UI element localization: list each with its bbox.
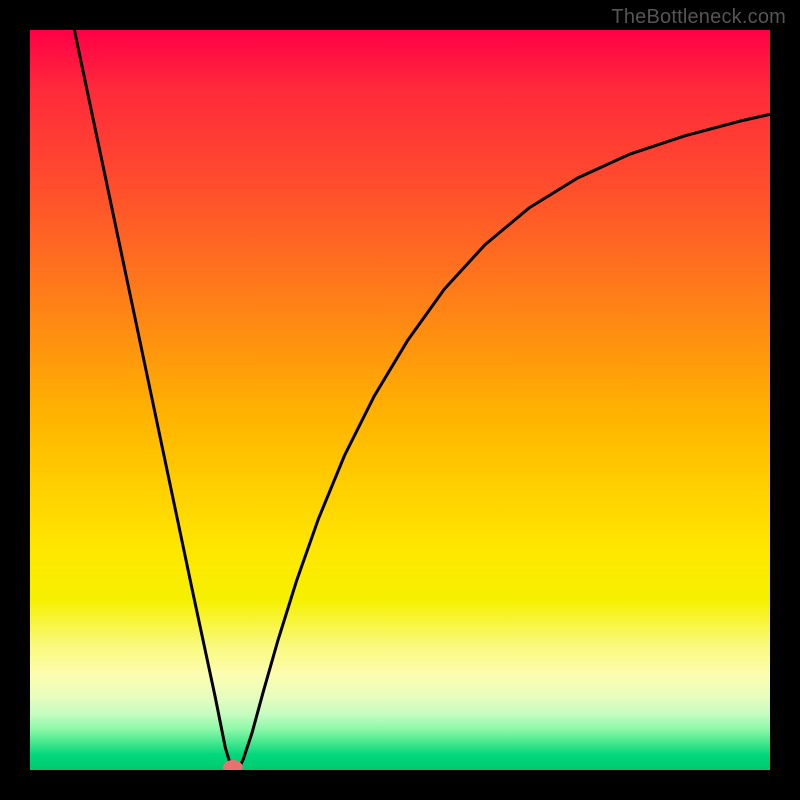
chart-frame: TheBottleneck.com — [0, 0, 800, 800]
bottleneck-curve — [74, 30, 770, 770]
bottleneck-curve-svg — [30, 30, 770, 770]
optimum-marker — [223, 760, 243, 770]
watermark-text: TheBottleneck.com — [611, 6, 786, 29]
plot-area — [30, 30, 770, 770]
